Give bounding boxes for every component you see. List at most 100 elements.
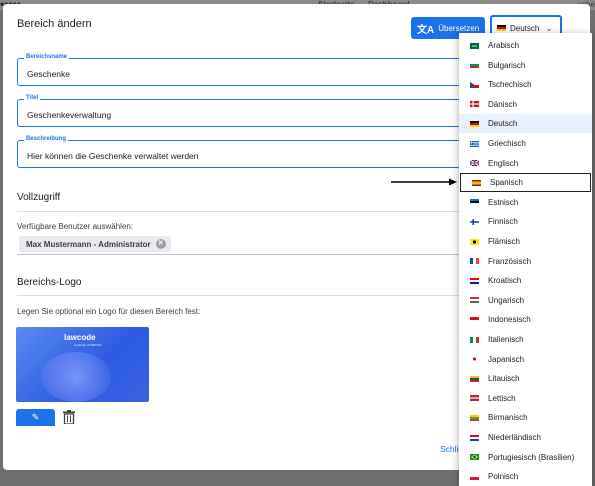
language-option-label: Französisch <box>488 256 532 266</box>
logo-brand-sub: A LEGAL COMPANY <box>74 343 103 347</box>
edit-logo-button[interactable]: ✎ <box>16 409 55 426</box>
flag-icon <box>470 395 479 402</box>
language-option[interactable]: Indonesisch <box>459 310 592 329</box>
logo-divider <box>17 295 463 296</box>
area-name-label: Bereichsname <box>24 54 70 60</box>
language-option[interactable]: Spanisch <box>460 173 591 193</box>
language-option-label: Finnisch <box>488 217 518 227</box>
language-option[interactable]: Tschechisch <box>459 75 592 94</box>
logo-description: Legen Sie optional ein Logo für diesen B… <box>17 307 201 316</box>
language-option[interactable]: Lettisch <box>459 389 592 408</box>
flag-icon <box>470 258 479 265</box>
flag-icon <box>470 42 479 49</box>
user-chip-label: Max Mustermann - Administrator <box>26 239 151 249</box>
language-option[interactable]: Estnisch <box>459 193 592 212</box>
language-select-value: Deutsch <box>510 23 540 33</box>
language-option[interactable]: Birmanisch <box>459 408 592 427</box>
language-option-label: Niederländisch <box>488 433 541 442</box>
description-label: Beschreibung <box>24 136 69 142</box>
area-logo-image: lawcode A LEGAL COMPANY <box>16 327 149 402</box>
title-field[interactable]: Titel Geschenkeverwaltung <box>17 95 463 127</box>
flag-icon <box>470 375 479 382</box>
language-option[interactable]: Französisch <box>459 252 592 271</box>
full-access-title: Vollzugriff <box>17 192 61 203</box>
language-option-label: Bulgarisch <box>488 60 526 70</box>
language-option[interactable]: Portugiesisch (Brasilien) <box>459 448 592 467</box>
flag-icon <box>470 316 479 323</box>
language-option-label: Estnisch <box>488 197 519 207</box>
language-option-label: Dänisch <box>488 99 517 109</box>
remove-chip-icon[interactable]: ✕ <box>155 239 166 249</box>
area-name-field[interactable]: Bereichsname Geschenke <box>17 54 463 86</box>
language-option-label: Ungarisch <box>488 295 525 305</box>
language-option[interactable]: Ungarisch <box>459 291 592 310</box>
flag-icon <box>470 336 479 343</box>
language-option-label: Portugiesisch (Brasilien) <box>488 452 575 462</box>
trash-icon[interactable] <box>63 410 75 424</box>
translate-icon: 文A <box>417 24 435 36</box>
pencil-icon: ✎ <box>31 412 40 422</box>
language-option-label: Polnisch <box>488 472 519 482</box>
language-option[interactable]: Arabisch <box>459 36 592 55</box>
description-field[interactable]: Beschreibung Hier können die Geschenke v… <box>17 136 463 168</box>
flag-icon <box>470 356 479 363</box>
flag-icon <box>470 160 479 167</box>
flag-icon <box>470 454 479 461</box>
flag-icon <box>470 101 479 108</box>
language-option[interactable]: Japanisch <box>459 350 592 369</box>
users-label: Verfügbare Benutzer auswählen: <box>17 222 134 231</box>
user-chip[interactable]: Max Mustermann - Administrator ✕ <box>19 236 171 252</box>
language-option-label: Kroatisch <box>488 276 522 286</box>
language-option-label: Spanisch <box>490 178 523 188</box>
language-option-label: Italienisch <box>488 335 524 344</box>
flag-icon <box>470 238 479 245</box>
full-access-divider <box>17 211 463 212</box>
chevron-down-icon: ⌄ <box>545 22 553 33</box>
language-option-label: Deutsch <box>488 119 518 129</box>
language-option-label: Griechisch <box>488 139 526 148</box>
language-option-label: Birmanisch <box>488 413 528 423</box>
language-option[interactable]: Niederländisch <box>459 428 592 447</box>
flag-icon <box>470 218 479 225</box>
logo-brand: lawcode <box>64 333 96 342</box>
language-option-label: Litauisch <box>488 374 520 384</box>
translate-label: Übersetzen <box>438 23 480 33</box>
flag-icon <box>470 297 479 304</box>
flag-icon <box>470 434 479 441</box>
flag-icon <box>472 179 481 186</box>
language-option-label: Flämisch <box>488 237 521 246</box>
language-option[interactable]: Flämisch <box>459 232 592 251</box>
flag-icon <box>470 473 479 480</box>
flag-icon <box>470 81 479 88</box>
language-option-label: Englisch <box>488 158 519 168</box>
title-label: Titel <box>24 95 41 101</box>
language-option[interactable]: Deutsch <box>459 114 592 134</box>
area-name-value: Geschenke <box>27 69 70 79</box>
language-option-label: Indonesisch <box>488 315 531 325</box>
language-option[interactable]: Dänisch <box>459 95 592 114</box>
language-option[interactable]: Englisch <box>459 154 592 173</box>
language-option[interactable]: Italienisch <box>459 330 592 349</box>
title-value: Geschenkeverwaltung <box>27 110 112 120</box>
flag-icon <box>470 120 479 127</box>
logo-section-title: Bereichs-Logo <box>17 277 82 288</box>
language-dropdown: Arabisch Bulgarisch Tschechisch Dänisch Deut… <box>459 33 592 486</box>
annotation-arrow-icon <box>391 178 457 186</box>
language-option-label: Lettisch <box>488 393 516 403</box>
language-option[interactable]: Finnisch <box>459 212 592 231</box>
language-option-label: Japanisch <box>488 354 525 364</box>
language-option[interactable]: Bulgarisch <box>459 56 592 75</box>
language-option[interactable]: Griechisch <box>459 134 592 153</box>
dialog-title: Bereich ändern <box>17 18 92 30</box>
language-option[interactable]: Litauisch <box>459 369 592 388</box>
language-option-label: Tschechisch <box>488 80 532 90</box>
description-value: Hier können die Geschenke verwaltet werd… <box>27 151 199 161</box>
language-option[interactable]: Kroatisch <box>459 271 592 290</box>
language-option[interactable]: Polnisch <box>459 467 592 486</box>
users-input-underline <box>17 254 463 255</box>
flag-icon <box>470 199 479 206</box>
flag-icon <box>470 140 479 147</box>
german-flag-icon <box>497 25 506 31</box>
logo-glow <box>41 352 111 402</box>
flag-icon <box>470 62 479 69</box>
